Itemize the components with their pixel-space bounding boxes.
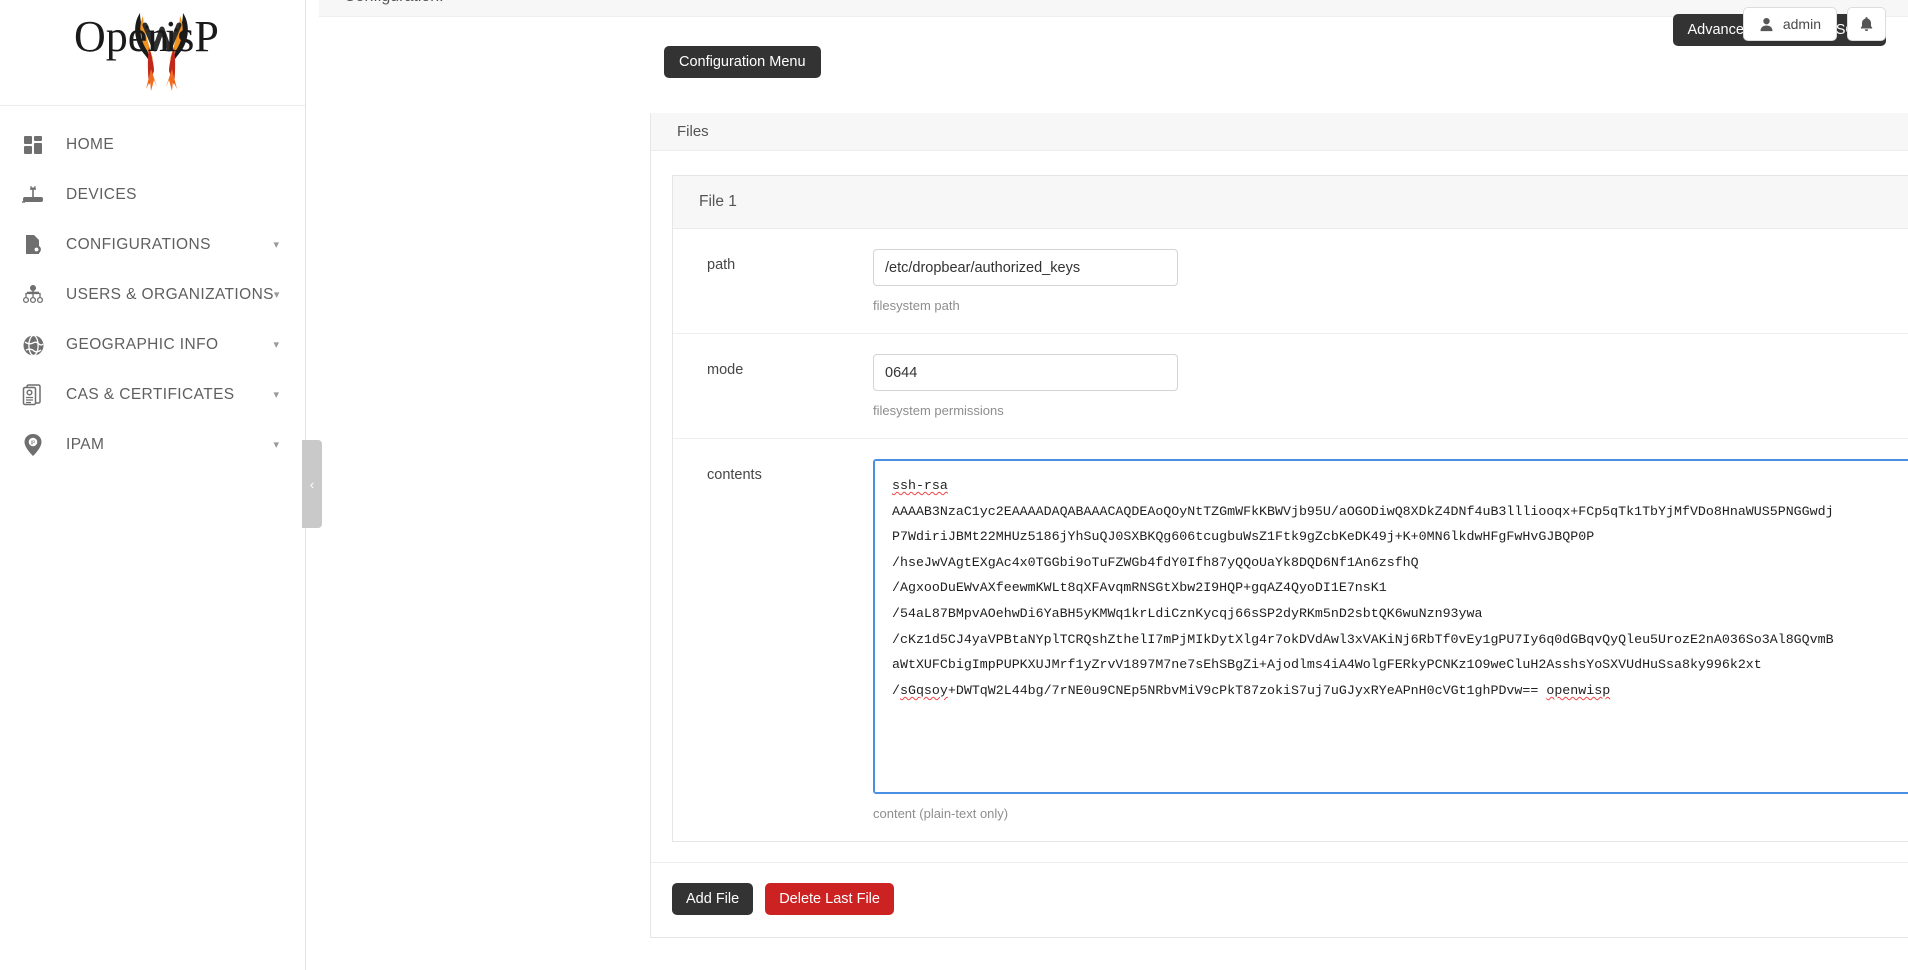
files-list: File 1 Object Properties Delete File pat… [651,151,1908,842]
contents-label: contents [673,459,873,821]
path-input[interactable] [873,249,1178,286]
file-cog-icon [18,230,48,260]
sidebar-item-ipam[interactable]: IP IPAM ▾ [0,420,305,470]
configuration-menu-row: Configuration Menu Advanced mode (raw JS… [319,17,1908,110]
sidebar: Open isP HOME [0,0,306,970]
field-row-mode: mode filesystem permissions [673,334,1908,439]
person-icon [1759,17,1774,32]
field-row-contents: contents ssh-rsaAAAAB3NzaC1yc2EAAAADAQAB… [673,439,1908,841]
dashboard-icon [18,130,48,160]
sidebar-item-label: CAS & CERTIFICATES [66,386,235,404]
path-control: filesystem path [873,249,1908,313]
files-module-header: Files [651,113,1908,151]
sidebar-item-label: CONFIGURATIONS [66,236,211,254]
files-module-footer-actions: Add File Delete Last File [651,862,1908,937]
sidebar-item-label: IPAM [66,436,104,454]
admin-user-button[interactable]: admin [1743,7,1837,41]
map-pin-icon: IP [18,430,48,460]
bell-icon [1859,16,1874,32]
contents-control: ssh-rsaAAAAB3NzaC1yc2EAAAADAQABAAACAQDEA… [873,459,1908,821]
file-card-header: File 1 Object Properties Delete File [673,176,1908,229]
footer-placeholder [650,950,1908,970]
mode-control: filesystem permissions [873,354,1908,418]
chevron-down-icon: ▾ [273,440,279,451]
openwisp-logo: Open isP [48,7,258,99]
mode-label: mode [673,354,873,418]
chevron-left-icon: ‹ [310,477,314,492]
openwisp-logo-icon: Open isP [48,7,258,99]
files-module: Files File 1 Object Properties Delete Fi… [650,113,1908,938]
sidebar-item-label: GEOGRAPHIC INFO [66,336,218,354]
configuration-menu-button[interactable]: Configuration Menu [664,46,821,78]
file-card: File 1 Object Properties Delete File pat… [672,175,1908,842]
sidebar-nav: HOME DEVICES [0,106,305,470]
chevron-down-icon: ▾ [274,290,280,301]
mode-input[interactable] [873,354,1178,391]
router-icon [18,180,48,210]
svg-text:IP: IP [31,440,36,446]
sidebar-item-home[interactable]: HOME [0,120,305,170]
sidebar-item-label: HOME [66,136,114,154]
path-label: path [673,249,873,313]
user-toolbar: admin [1743,0,1908,48]
app-root: Open isP HOME [0,0,1908,970]
chevron-down-icon: ▾ [273,390,279,401]
chevron-down-icon: ▾ [273,240,279,251]
admin-user-label: admin [1783,16,1821,32]
sidebar-item-users-organizations[interactable]: USERS & ORGANIZATIONS ▾ [0,270,305,320]
brand-logo[interactable]: Open isP [0,0,305,106]
contents-hint: content (plain-text only) [873,806,1908,821]
contents-textarea[interactable]: ssh-rsaAAAAB3NzaC1yc2EAAAADAQABAAACAQDEA… [873,459,1908,794]
files-module-title: Files [677,123,709,140]
sidebar-item-cas-certificates[interactable]: CAS & CERTIFICATES ▾ [0,370,305,420]
add-file-button[interactable]: Add File [672,883,753,915]
globe-icon [18,330,48,360]
configuration-heading-strip: Configuration: [319,0,1908,17]
certificate-icon [18,380,48,410]
sidebar-item-geographic-info[interactable]: GEOGRAPHIC INFO ▾ [0,320,305,370]
sidebar-item-label: USERS & ORGANIZATIONS [66,286,274,304]
sidebar-item-label: DEVICES [66,186,137,204]
file-card-title: File 1 [699,193,737,211]
sidebar-item-configurations[interactable]: CONFIGURATIONS ▾ [0,220,305,270]
mode-hint: filesystem permissions [873,403,1908,418]
sidebar-item-devices[interactable]: DEVICES [0,170,305,220]
chevron-down-icon: ▾ [273,340,279,351]
delete-last-file-button[interactable]: Delete Last File [765,883,894,915]
field-row-path: path filesystem path [673,229,1908,334]
sidebar-collapse-toggle[interactable]: ‹ [302,440,322,528]
notifications-button[interactable] [1847,7,1886,41]
path-hint: filesystem path [873,298,1908,313]
main-content: Configuration: admin [306,0,1908,970]
svg-text:Open: Open [74,12,169,61]
page-title: Configuration: [344,0,444,6]
org-chart-icon [18,280,48,310]
contents-textarea-wrap: ssh-rsaAAAAB3NzaC1yc2EAAAADAQABAAACAQDEA… [873,459,1908,794]
